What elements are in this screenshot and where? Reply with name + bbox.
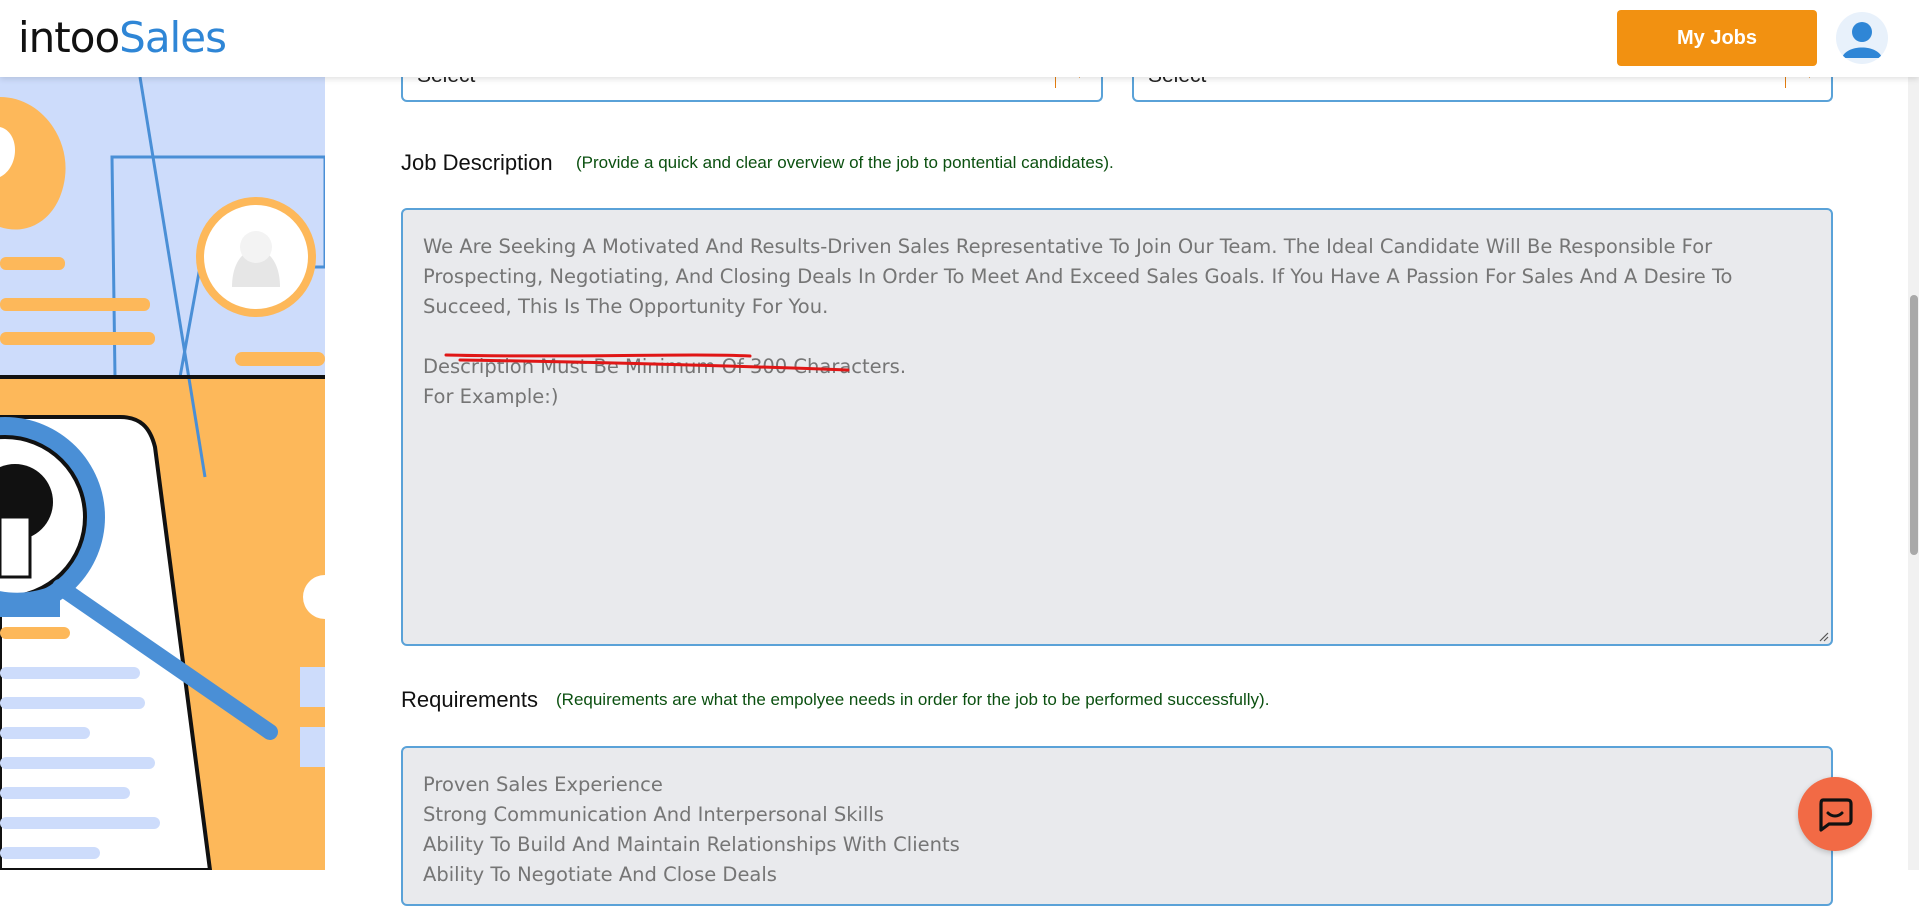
- scrollbar-thumb[interactable]: [1910, 295, 1918, 555]
- my-jobs-button[interactable]: My Jobs: [1617, 10, 1817, 66]
- job-description-hint: (Provide a quick and clear overview of t…: [576, 153, 1114, 172]
- requirement-item: Strong Communication And Interpersonal S…: [423, 803, 884, 826]
- requirement-item: Ability To Build And Maintain Relationsh…: [423, 833, 960, 856]
- requirement-item: Proven Sales Experience: [423, 773, 663, 796]
- user-avatar-icon[interactable]: [1836, 12, 1888, 64]
- intoo-sales-logo[interactable]: intooSales: [18, 13, 227, 62]
- placeholder-example: For Example:): [423, 385, 559, 408]
- requirements-hint: (Requirements are what the empolyee need…: [556, 690, 1270, 709]
- chat-bubble-icon: [1819, 798, 1853, 832]
- requirement-item: Ability To Negotiate And Close Deals: [423, 863, 777, 886]
- top-navbar: intooSales My Jobs: [0, 0, 1919, 77]
- logo-text-part2: Sales: [119, 13, 227, 62]
- placeholder-paragraph: We Are Seeking A Motivated And Results-D…: [423, 235, 1739, 318]
- chat-button[interactable]: [1798, 777, 1872, 851]
- hiring-illustration: [0, 77, 325, 870]
- requirements-textarea[interactable]: Proven Sales Experience Strong Communica…: [401, 746, 1833, 906]
- job-description-title: Job Description: [401, 150, 553, 175]
- job-description-textarea[interactable]: We Are Seeking A Motivated And Results-D…: [401, 208, 1833, 646]
- resize-handle-icon[interactable]: [1817, 630, 1829, 642]
- requirements-title: Requirements: [401, 687, 538, 712]
- logo-text-part1: intoo: [18, 13, 120, 62]
- red-strikethrough-annotation: [444, 353, 850, 372]
